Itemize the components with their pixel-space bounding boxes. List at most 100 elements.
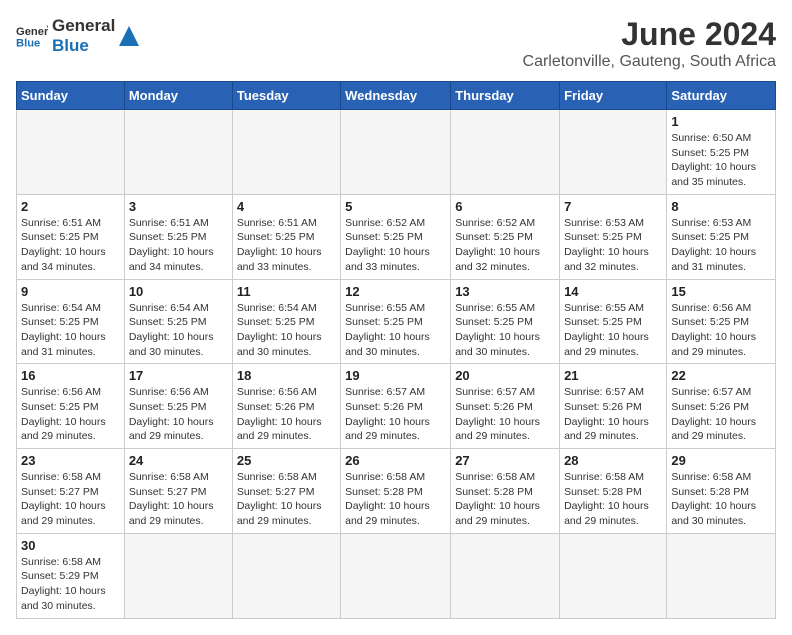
calendar-day <box>451 110 560 195</box>
calendar-day: 18 Sunrise: 6:56 AM Sunset: 5:26 PM Dayli… <box>232 364 340 449</box>
day-number: 10 <box>129 284 228 299</box>
calendar-week-4: 16 Sunrise: 6:56 AM Sunset: 5:25 PM Dayli… <box>17 364 776 449</box>
day-info: Sunrise: 6:53 AM Sunset: 5:25 PM Dayligh… <box>671 216 771 275</box>
day-info: Sunrise: 6:58 AM Sunset: 5:27 PM Dayligh… <box>21 470 120 529</box>
subtitle: Carletonville, Gauteng, South Africa <box>523 53 776 71</box>
logo-svg: General Blue <box>16 22 48 50</box>
day-info: Sunrise: 6:57 AM Sunset: 5:26 PM Dayligh… <box>455 385 555 444</box>
day-number: 22 <box>671 368 771 383</box>
logo-blue: Blue <box>52 36 115 56</box>
calendar-day: 9 Sunrise: 6:54 AM Sunset: 5:25 PM Daylig… <box>17 279 125 364</box>
day-info: Sunrise: 6:52 AM Sunset: 5:25 PM Dayligh… <box>455 216 555 275</box>
day-number: 25 <box>237 453 336 468</box>
day-info: Sunrise: 6:58 AM Sunset: 5:28 PM Dayligh… <box>564 470 662 529</box>
calendar-day: 27Sunrise: 6:58 AM Sunset: 5:28 PM Dayli… <box>451 449 560 534</box>
day-info: Sunrise: 6:55 AM Sunset: 5:25 PM Dayligh… <box>564 301 662 360</box>
calendar-day: 12 Sunrise: 6:55 AM Sunset: 5:25 PM Dayli… <box>341 279 451 364</box>
day-info: Sunrise: 6:54 AM Sunset: 5:25 PM Dayligh… <box>129 301 228 360</box>
calendar-day <box>560 110 667 195</box>
day-number: 2 <box>21 199 120 214</box>
day-info: Sunrise: 6:57 AM Sunset: 5:26 PM Dayligh… <box>345 385 446 444</box>
logo-general: General <box>52 16 115 36</box>
calendar-day: 20 Sunrise: 6:57 AM Sunset: 5:26 PM Dayli… <box>451 364 560 449</box>
main-title: June 2024 <box>523 16 776 53</box>
calendar-day: 14 Sunrise: 6:55 AM Sunset: 5:25 PM Dayli… <box>560 279 667 364</box>
day-info: Sunrise: 6:58 AM Sunset: 5:28 PM Dayligh… <box>345 470 446 529</box>
calendar-day: 29Sunrise: 6:58 AM Sunset: 5:28 PM Dayli… <box>667 449 776 534</box>
day-number: 19 <box>345 368 446 383</box>
calendar-day: 2 Sunrise: 6:51 AM Sunset: 5:25 PM Daylig… <box>17 194 125 279</box>
day-number: 28 <box>564 453 662 468</box>
day-number: 23 <box>21 453 120 468</box>
day-number: 18 <box>237 368 336 383</box>
calendar-day: 23 Sunrise: 6:58 AM Sunset: 5:27 PM Dayli… <box>17 449 125 534</box>
weekday-header-saturday: Saturday <box>667 82 776 110</box>
calendar-week-2: 2 Sunrise: 6:51 AM Sunset: 5:25 PM Daylig… <box>17 194 776 279</box>
day-number: 20 <box>455 368 555 383</box>
header: General Blue General Blue June 2024 Carl… <box>16 16 776 71</box>
calendar-day: 15Sunrise: 6:56 AM Sunset: 5:25 PM Dayli… <box>667 279 776 364</box>
day-info: Sunrise: 6:55 AM Sunset: 5:25 PM Dayligh… <box>345 301 446 360</box>
svg-text:General: General <box>16 27 48 39</box>
weekday-header-wednesday: Wednesday <box>341 82 451 110</box>
calendar-day: 25Sunrise: 6:58 AM Sunset: 5:27 PM Dayli… <box>232 449 340 534</box>
calendar-body: 1 Sunrise: 6:50 AM Sunset: 5:25 PM Daylig… <box>17 110 776 619</box>
calendar-day: 6 Sunrise: 6:52 AM Sunset: 5:25 PM Daylig… <box>451 194 560 279</box>
day-number: 5 <box>345 199 446 214</box>
weekday-header-thursday: Thursday <box>451 82 560 110</box>
calendar-day: 16 Sunrise: 6:56 AM Sunset: 5:25 PM Dayli… <box>17 364 125 449</box>
calendar-day <box>667 533 776 618</box>
day-info: Sunrise: 6:57 AM Sunset: 5:26 PM Dayligh… <box>564 385 662 444</box>
day-number: 12 <box>345 284 446 299</box>
calendar-day <box>451 533 560 618</box>
calendar-day: 17Sunrise: 6:56 AM Sunset: 5:25 PM Dayli… <box>124 364 232 449</box>
day-info: Sunrise: 6:58 AM Sunset: 5:28 PM Dayligh… <box>671 470 771 529</box>
calendar-week-3: 9 Sunrise: 6:54 AM Sunset: 5:25 PM Daylig… <box>17 279 776 364</box>
day-number: 13 <box>455 284 555 299</box>
day-info: Sunrise: 6:56 AM Sunset: 5:25 PM Dayligh… <box>21 385 120 444</box>
day-info: Sunrise: 6:58 AM Sunset: 5:27 PM Dayligh… <box>129 470 228 529</box>
day-info: Sunrise: 6:54 AM Sunset: 5:25 PM Dayligh… <box>21 301 120 360</box>
calendar-day <box>341 533 451 618</box>
calendar-day: 19 Sunrise: 6:57 AM Sunset: 5:26 PM Dayli… <box>341 364 451 449</box>
day-number: 9 <box>21 284 120 299</box>
day-number: 8 <box>671 199 771 214</box>
day-info: Sunrise: 6:51 AM Sunset: 5:25 PM Dayligh… <box>21 216 120 275</box>
calendar-table: SundayMondayTuesdayWednesdayThursdayFrid… <box>16 81 776 619</box>
day-number: 11 <box>237 284 336 299</box>
day-info: Sunrise: 6:51 AM Sunset: 5:25 PM Dayligh… <box>237 216 336 275</box>
day-info: Sunrise: 6:56 AM Sunset: 5:26 PM Dayligh… <box>237 385 336 444</box>
day-number: 6 <box>455 199 555 214</box>
day-number: 7 <box>564 199 662 214</box>
day-info: Sunrise: 6:56 AM Sunset: 5:25 PM Dayligh… <box>671 301 771 360</box>
day-info: Sunrise: 6:51 AM Sunset: 5:25 PM Dayligh… <box>129 216 228 275</box>
day-info: Sunrise: 6:50 AM Sunset: 5:25 PM Dayligh… <box>671 131 771 190</box>
day-number: 1 <box>671 114 771 129</box>
weekday-header-monday: Monday <box>124 82 232 110</box>
calendar-day: 26Sunrise: 6:58 AM Sunset: 5:28 PM Dayli… <box>341 449 451 534</box>
day-number: 16 <box>21 368 120 383</box>
calendar-week-6: 30Sunrise: 6:58 AM Sunset: 5:29 PM Dayli… <box>17 533 776 618</box>
calendar-day: 3Sunrise: 6:51 AM Sunset: 5:25 PM Daylig… <box>124 194 232 279</box>
calendar-day: 4 Sunrise: 6:51 AM Sunset: 5:25 PM Daylig… <box>232 194 340 279</box>
calendar-day <box>124 110 232 195</box>
day-info: Sunrise: 6:58 AM Sunset: 5:28 PM Dayligh… <box>455 470 555 529</box>
calendar-day: 10 Sunrise: 6:54 AM Sunset: 5:25 PM Dayli… <box>124 279 232 364</box>
calendar-day: 5Sunrise: 6:52 AM Sunset: 5:25 PM Daylig… <box>341 194 451 279</box>
calendar-day: 7Sunrise: 6:53 AM Sunset: 5:25 PM Daylig… <box>560 194 667 279</box>
day-info: Sunrise: 6:56 AM Sunset: 5:25 PM Dayligh… <box>129 385 228 444</box>
calendar-week-5: 23 Sunrise: 6:58 AM Sunset: 5:27 PM Dayli… <box>17 449 776 534</box>
calendar-day: 22Sunrise: 6:57 AM Sunset: 5:26 PM Dayli… <box>667 364 776 449</box>
calendar-day: 8 Sunrise: 6:53 AM Sunset: 5:25 PM Daylig… <box>667 194 776 279</box>
weekday-header-friday: Friday <box>560 82 667 110</box>
day-number: 4 <box>237 199 336 214</box>
calendar-day <box>17 110 125 195</box>
day-info: Sunrise: 6:55 AM Sunset: 5:25 PM Dayligh… <box>455 301 555 360</box>
day-number: 30 <box>21 538 120 553</box>
calendar-day: 1 Sunrise: 6:50 AM Sunset: 5:25 PM Daylig… <box>667 110 776 195</box>
day-number: 14 <box>564 284 662 299</box>
calendar-day: 13 Sunrise: 6:55 AM Sunset: 5:25 PM Dayli… <box>451 279 560 364</box>
calendar-day <box>124 533 232 618</box>
title-area: June 2024 Carletonville, Gauteng, South … <box>523 16 776 71</box>
weekday-header-tuesday: Tuesday <box>232 82 340 110</box>
